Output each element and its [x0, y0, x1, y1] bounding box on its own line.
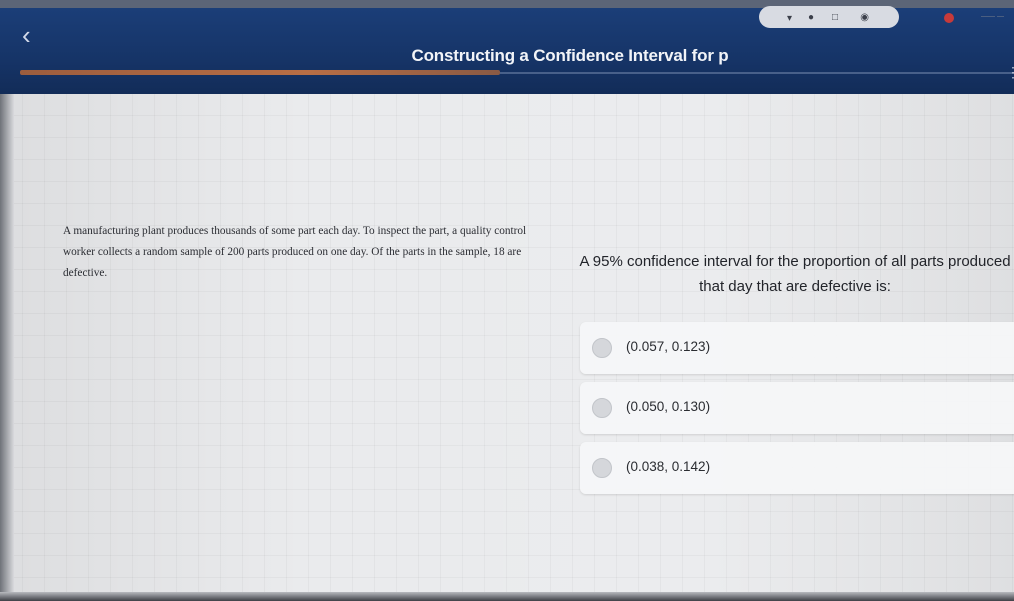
radio-icon[interactable] [592, 458, 612, 478]
answer-option-1[interactable]: (0.057, 0.123) [580, 322, 1014, 374]
answer-option-label: (0.057, 0.123) [626, 339, 711, 354]
more-vertical-icon: ⋮ [1006, 64, 1014, 80]
status-indicator: —— — [981, 13, 1004, 20]
problem-statement: A manufacturing plant produces thousands… [63, 225, 527, 279]
question-prompt: A 95% confidence interval for the propor… [579, 253, 1011, 295]
radio-icon[interactable] [592, 338, 612, 358]
record-icon [944, 13, 954, 23]
screen-icon: □ [831, 12, 838, 23]
screen-edge-bottom [0, 592, 1014, 601]
header-divider [500, 72, 1014, 74]
system-tray[interactable] [759, 6, 899, 28]
menu-button[interactable]: ⋮ [1006, 64, 1014, 88]
radio-icon[interactable] [592, 398, 612, 418]
lock-icon: ● [807, 12, 814, 23]
progress-accent [20, 70, 500, 75]
screen: ▾ ● □ ◉ —— — ‹ Constructing a Confidence… [0, 0, 1014, 601]
answer-option-label: (0.050, 0.130) [626, 399, 711, 414]
answer-option-label: (0.038, 0.142) [626, 459, 711, 474]
screen-edge-left [0, 94, 14, 601]
page-title: Constructing a Confidence Interval for p [411, 46, 729, 65]
settings-icon: ◉ [860, 12, 869, 23]
wifi-icon: ▾ [786, 13, 792, 24]
answer-option-3[interactable]: (0.038, 0.142) [580, 442, 1014, 494]
chevron-left-icon: ‹ [22, 20, 31, 50]
answer-option-2[interactable]: (0.050, 0.130) [580, 382, 1014, 434]
back-button[interactable]: ‹ [22, 22, 52, 52]
